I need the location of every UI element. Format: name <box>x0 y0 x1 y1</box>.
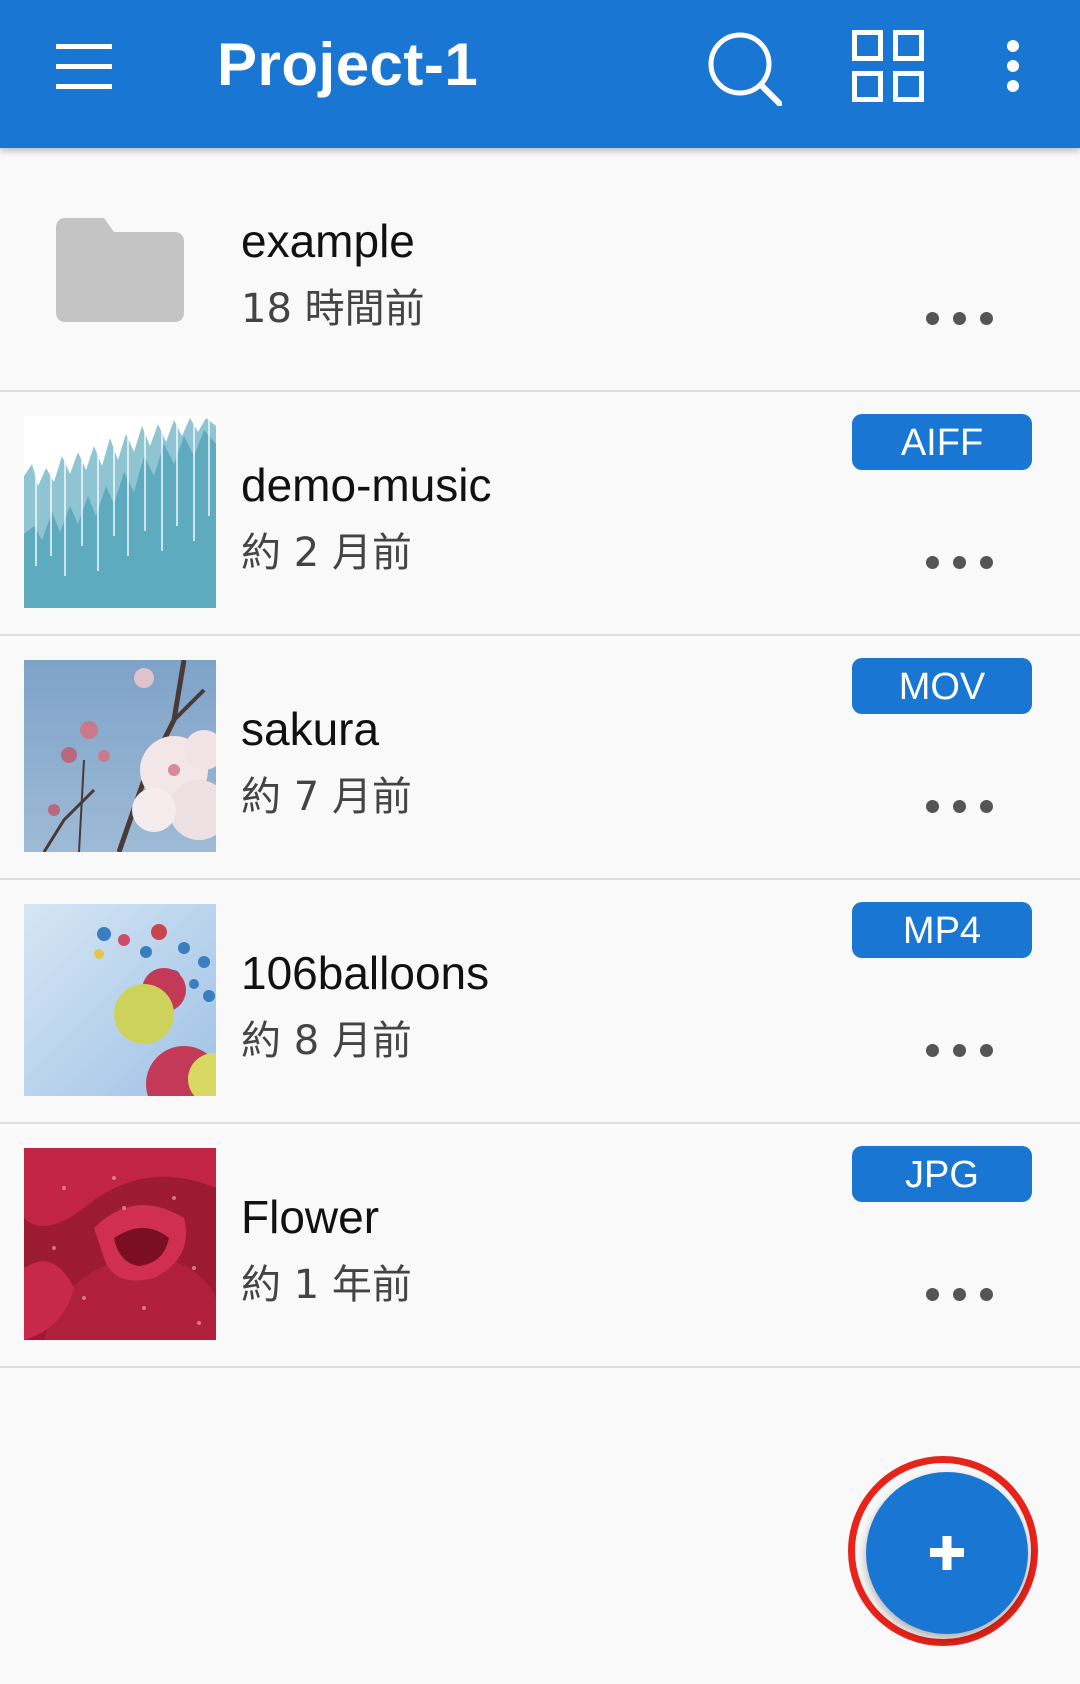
plus-icon <box>930 1536 964 1570</box>
dot-icon <box>926 556 939 569</box>
item-name: example <box>241 215 415 267</box>
folder-icon <box>56 218 184 322</box>
item-modified: 約 2 月前 <box>241 530 412 576</box>
page-title: Project-1 <box>217 31 479 98</box>
hamburger-menu-icon[interactable] <box>56 44 112 90</box>
dot-icon <box>926 312 939 325</box>
dot-icon <box>926 800 939 813</box>
dot-icon <box>926 1288 939 1301</box>
list-item[interactable]: JPG Flower 約 1 年前 <box>0 1124 1080 1368</box>
dot-icon <box>980 800 993 813</box>
add-button[interactable] <box>866 1472 1028 1634</box>
file-type-badge: MOV <box>852 658 1032 714</box>
item-name: 106balloons <box>241 947 490 999</box>
waveform-thumbnail <box>24 416 216 608</box>
search-icon[interactable] <box>706 30 782 106</box>
dot-icon <box>980 312 993 325</box>
dot-icon <box>926 1044 939 1057</box>
dot-icon <box>953 556 966 569</box>
item-modified: 18 時間前 <box>241 286 425 332</box>
item-modified: 約 1 年前 <box>241 1262 412 1308</box>
balloons-thumbnail <box>24 904 216 1096</box>
more-options-button[interactable] <box>920 308 1000 328</box>
dot-icon <box>953 1288 966 1301</box>
app-bar: Project-1 <box>0 0 1080 148</box>
dot-icon <box>980 556 993 569</box>
item-modified: 約 7 月前 <box>241 774 412 820</box>
list-item[interactable]: MP4 106balloons 約 8 月前 <box>0 880 1080 1124</box>
dot-icon <box>980 1044 993 1057</box>
list-item[interactable]: example 18 時間前 <box>0 148 1080 392</box>
cherry-blossom-thumbnail <box>24 660 216 852</box>
rose-thumbnail <box>24 1148 216 1340</box>
dot-icon <box>980 1288 993 1301</box>
dot-icon <box>953 800 966 813</box>
list-item[interactable]: MOV sakura 約 7 月前 <box>0 636 1080 880</box>
more-options-button[interactable] <box>920 796 1000 816</box>
file-type-badge: JPG <box>852 1146 1032 1202</box>
more-options-button[interactable] <box>920 1284 1000 1304</box>
file-type-badge: MP4 <box>852 902 1032 958</box>
grid-view-icon[interactable] <box>852 30 924 102</box>
item-modified: 約 8 月前 <box>241 1018 412 1064</box>
more-vert-icon[interactable] <box>1003 40 1023 92</box>
dot-icon <box>953 312 966 325</box>
more-options-button[interactable] <box>920 1040 1000 1060</box>
list-item[interactable]: AIFF demo-music 約 2 月前 <box>0 392 1080 636</box>
item-name: demo-music <box>241 459 492 511</box>
item-name: sakura <box>241 703 380 755</box>
more-options-button[interactable] <box>920 552 1000 572</box>
dot-icon <box>953 1044 966 1057</box>
item-name: Flower <box>241 1191 380 1243</box>
file-type-badge: AIFF <box>852 414 1032 470</box>
file-list: example 18 時間前 AIFF demo-music 約 2 月前 MO… <box>0 148 1080 1368</box>
